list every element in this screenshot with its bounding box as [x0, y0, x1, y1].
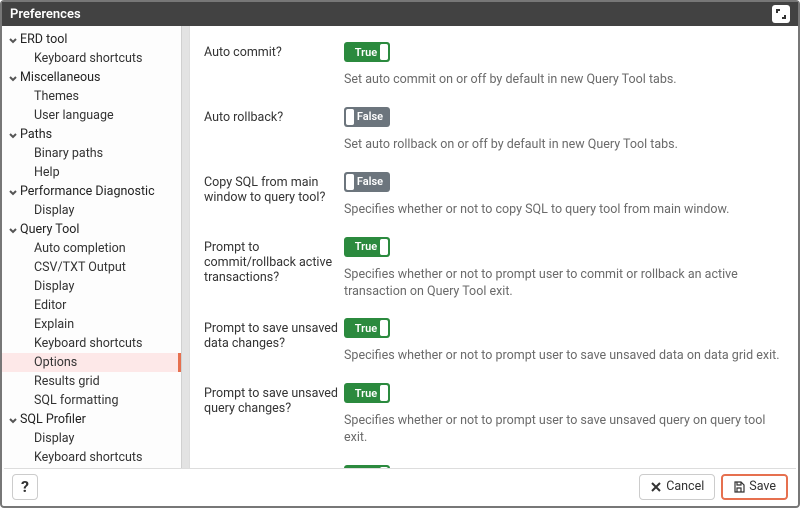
toggle-switch[interactable]: False — [344, 107, 390, 127]
chevron-down-icon — [8, 415, 18, 425]
tree-item[interactable]: Auto completion — [2, 239, 189, 258]
tree-category[interactable]: Paths — [2, 125, 189, 144]
toggle-knob — [346, 174, 354, 190]
tree-category[interactable]: Performance Diagnostic — [2, 182, 189, 201]
tree-category[interactable]: ERD tool — [2, 30, 189, 49]
toggle-switch[interactable]: True — [344, 383, 390, 403]
tree-category-label: Paths — [20, 127, 52, 142]
tree-category[interactable]: Query Tool — [2, 220, 189, 239]
option-description: Specifies whether or not to prompt user … — [344, 267, 784, 301]
toggle-knob — [380, 44, 388, 60]
option-label: Copy SQL from main window to query tool? — [204, 172, 344, 219]
option-label: Prompt to save unsaved query changes? — [204, 383, 344, 447]
tree-item[interactable]: Keyboard shortcuts — [2, 334, 189, 353]
close-icon — [650, 481, 662, 493]
chevron-down-icon — [8, 130, 18, 140]
cancel-button[interactable]: Cancel — [639, 474, 715, 500]
tree-category-label: ERD tool — [20, 32, 67, 47]
preferences-content: Auto commit?TrueSet auto commit on or of… — [190, 26, 798, 472]
tree-item[interactable]: Keyboard shortcuts — [2, 448, 189, 467]
tree-category-label: Performance Diagnostic — [20, 184, 155, 199]
chevron-down-icon — [8, 35, 18, 45]
tree-category[interactable]: SQL Profiler — [2, 410, 189, 429]
preferences-tree[interactable]: ERD tool Keyboard shortcuts Miscellaneous T… — [2, 26, 190, 472]
toggle-switch[interactable]: False — [344, 172, 390, 192]
tree-item[interactable]: Options — [2, 353, 181, 372]
option-description: Specifies whether or not to prompt user … — [344, 413, 784, 447]
save-icon — [733, 481, 745, 493]
toggle-knob — [380, 320, 388, 336]
save-button[interactable]: Save — [721, 474, 788, 500]
tree-item[interactable]: Display — [2, 201, 189, 220]
toggle-knob — [380, 239, 388, 255]
toggle-knob — [380, 385, 388, 401]
chevron-down-icon — [8, 225, 18, 235]
window-title: Preferences — [10, 7, 81, 22]
tree-item[interactable]: Themes — [2, 87, 189, 106]
tree-item[interactable]: Keyboard shortcuts — [2, 49, 189, 68]
tree-item[interactable]: Explain — [2, 315, 189, 334]
tree-item[interactable]: Results grid — [2, 372, 189, 391]
dialog-footer: ? Cancel Save — [4, 468, 796, 504]
option-label: Auto commit? — [204, 42, 344, 89]
option-description: Set auto rollback on or off by default i… — [344, 137, 784, 154]
tree-item[interactable]: Display — [2, 277, 189, 296]
option-description: Specifies whether or not to copy SQL to … — [344, 202, 784, 219]
toggle-switch[interactable]: True — [344, 237, 390, 257]
chevron-down-icon — [8, 187, 18, 197]
tree-item[interactable]: Display — [2, 429, 189, 448]
option-description: Set auto commit on or off by default in … — [344, 72, 784, 89]
tree-item[interactable]: Binary paths — [2, 144, 189, 163]
toggle-switch[interactable]: True — [344, 42, 390, 62]
tree-item[interactable]: Editor — [2, 296, 189, 315]
titlebar: Preferences — [2, 2, 798, 26]
option-description: Specifies whether or not to prompt user … — [344, 348, 784, 365]
option-label: Auto rollback? — [204, 107, 344, 154]
help-button[interactable]: ? — [12, 474, 38, 500]
tree-item[interactable]: CSV/TXT Output — [2, 258, 189, 277]
tree-category-label: SQL Profiler — [20, 412, 86, 427]
toggle-knob — [346, 109, 354, 125]
option-label: Prompt to save unsaved data changes? — [204, 318, 344, 365]
option-label: Prompt to commit/rollback active transac… — [204, 237, 344, 301]
tree-item[interactable]: User language — [2, 106, 189, 125]
tree-category-label: Miscellaneous — [20, 70, 100, 85]
toggle-switch[interactable]: True — [344, 318, 390, 338]
chevron-down-icon — [8, 73, 18, 83]
tree-category-label: Query Tool — [20, 222, 79, 237]
expand-button[interactable] — [772, 5, 790, 23]
tree-item[interactable]: SQL formatting — [2, 391, 189, 410]
tree-item[interactable]: Help — [2, 163, 189, 182]
tree-category[interactable]: Miscellaneous — [2, 68, 189, 87]
